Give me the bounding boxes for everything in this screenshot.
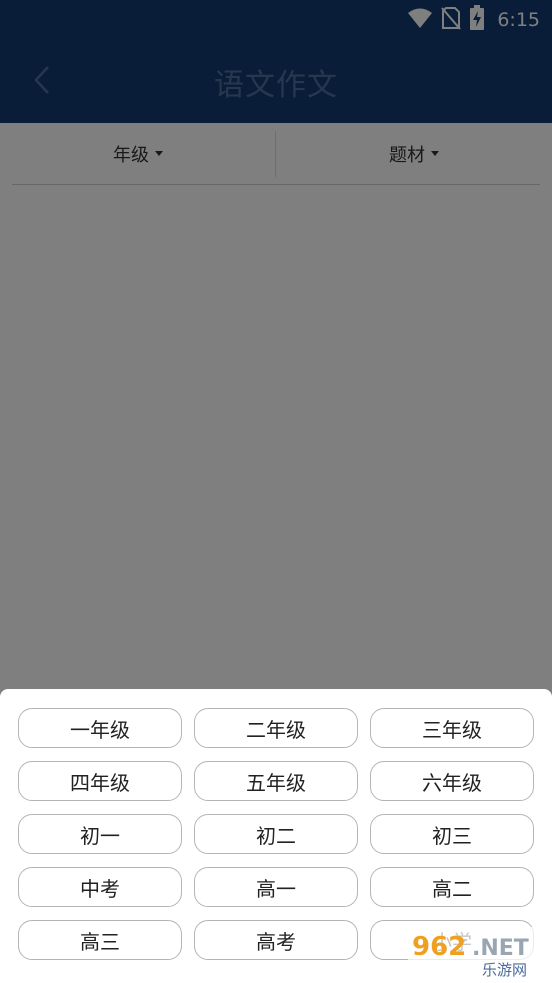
grade-option[interactable]: 初三 xyxy=(370,814,534,854)
grade-options-grid: 一年级 二年级 三年级 四年级 五年级 六年级 初一 初二 初三 中考 高一 高… xyxy=(18,708,534,960)
grade-option[interactable]: 一年级 xyxy=(18,708,182,748)
grade-option[interactable]: 初一 xyxy=(18,814,182,854)
grade-option[interactable]: 高三 xyxy=(18,920,182,960)
grade-picker-sheet: 一年级 二年级 三年级 四年级 五年级 六年级 初一 初二 初三 中考 高一 高… xyxy=(0,689,552,983)
grade-option[interactable]: 初二 xyxy=(194,814,358,854)
grade-option[interactable]: 五年级 xyxy=(194,761,358,801)
svg-text:962: 962 xyxy=(412,932,466,962)
grade-option[interactable]: 高考 xyxy=(194,920,358,960)
grade-option[interactable]: 四年级 xyxy=(18,761,182,801)
svg-text:乐游网: 乐游网 xyxy=(482,961,527,979)
grade-option[interactable]: 二年级 xyxy=(194,708,358,748)
watermark-logo: 962 .NET 乐游网 xyxy=(408,927,546,979)
grade-option[interactable]: 高二 xyxy=(370,867,534,907)
grade-option[interactable]: 三年级 xyxy=(370,708,534,748)
grade-option[interactable]: 中考 xyxy=(18,867,182,907)
grade-option[interactable]: 六年级 xyxy=(370,761,534,801)
grade-option[interactable]: 高一 xyxy=(194,867,358,907)
svg-text:.NET: .NET xyxy=(472,936,529,961)
